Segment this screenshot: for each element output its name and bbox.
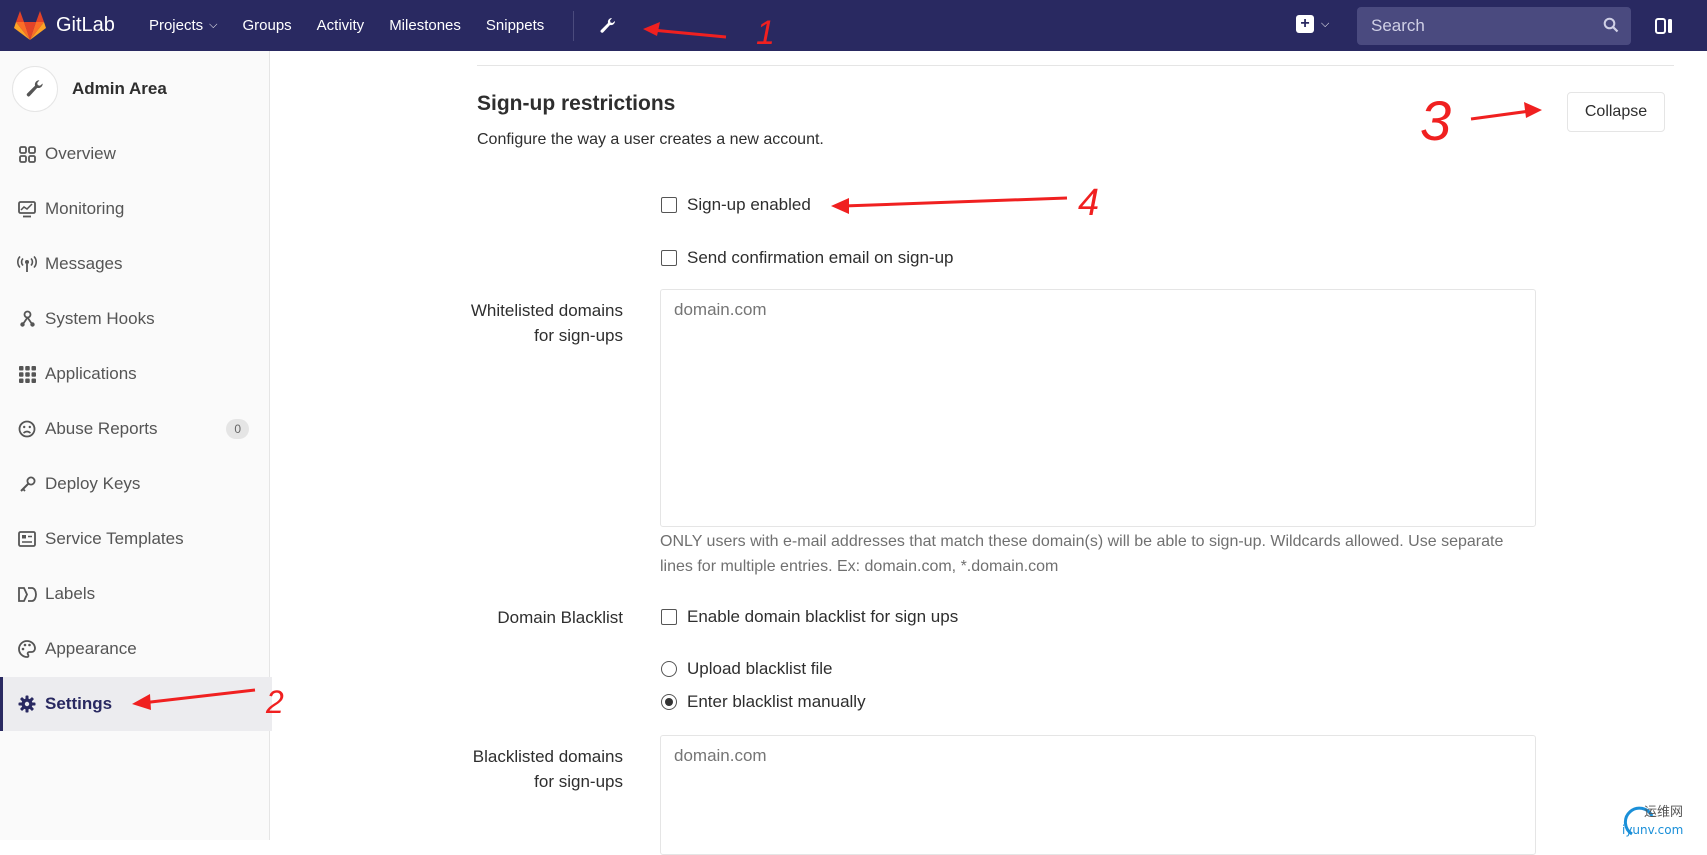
nav-divider bbox=[573, 10, 575, 41]
domain-blacklist-label: Domain Blacklist bbox=[497, 608, 623, 627]
sidebar-header[interactable]: Admin Area bbox=[0, 51, 269, 127]
search-input[interactable] bbox=[1369, 15, 1593, 37]
sidebar-item-label: System Hooks bbox=[45, 309, 155, 328]
sidebar-item-label: Applications bbox=[45, 364, 137, 383]
count-badge: 0 bbox=[226, 419, 249, 439]
template-icon bbox=[16, 531, 38, 547]
sidebar-item-system-hooks[interactable]: System Hooks bbox=[0, 292, 269, 346]
sidebar-item-label: Deploy Keys bbox=[45, 474, 141, 493]
labels-icon bbox=[16, 586, 38, 603]
whitelist-label: Whitelisted domains for sign-ups bbox=[470, 301, 623, 345]
apps-grid-icon bbox=[16, 365, 38, 383]
confirm-email-option[interactable]: Send confirmation email on sign-up bbox=[661, 248, 953, 268]
todo-list-icon[interactable] bbox=[1654, 16, 1674, 36]
hook-icon bbox=[16, 310, 38, 328]
sidebar-item-abuse-reports[interactable]: Abuse Reports 0 bbox=[0, 402, 269, 456]
admin-wrench-icon[interactable] bbox=[598, 16, 618, 36]
watermark-subtext: iyunv.com bbox=[1622, 823, 1683, 837]
blacklist-enable-checkbox[interactable] bbox=[661, 609, 677, 625]
annotation-number-4: 4 bbox=[1078, 182, 1099, 224]
sidebar-item-applications[interactable]: Applications bbox=[0, 347, 269, 401]
sidebar-item-label: Monitoring bbox=[45, 199, 125, 218]
gear-icon bbox=[16, 695, 38, 713]
frown-icon bbox=[16, 420, 38, 438]
sidebar-item-label: Appearance bbox=[45, 639, 137, 658]
sidebar-item-labels[interactable]: Labels bbox=[0, 567, 269, 621]
gitlab-logo[interactable]: GitLab bbox=[14, 10, 115, 41]
sidebar-item-deploy-keys[interactable]: Deploy Keys bbox=[0, 457, 269, 511]
gitlab-fox-icon bbox=[14, 10, 46, 40]
sidebar-item-appearance[interactable]: Appearance bbox=[0, 622, 269, 676]
signup-enabled-checkbox[interactable] bbox=[661, 197, 677, 213]
nav-groups[interactable]: Groups bbox=[242, 17, 291, 34]
annotation-number-3: 3 bbox=[1420, 89, 1451, 152]
section-description: Configure the way a user creates a new a… bbox=[477, 131, 824, 148]
sidebar-item-monitoring[interactable]: Monitoring bbox=[0, 182, 269, 236]
checkbox-label: Sign-up enabled bbox=[687, 195, 811, 214]
manual-blacklist-option[interactable]: Enter blacklist manually bbox=[661, 692, 866, 712]
annotation-arrow-4 bbox=[831, 196, 1068, 214]
search-icon bbox=[1603, 17, 1619, 33]
plus-square-icon: + bbox=[1296, 15, 1314, 33]
palette-icon bbox=[16, 640, 38, 658]
sidebar-item-label: Service Templates bbox=[45, 529, 184, 548]
sidebar-item-label: Settings bbox=[45, 694, 113, 713]
watermark-text: 运维网 bbox=[1644, 805, 1683, 820]
upload-blacklist-radio[interactable] bbox=[661, 661, 677, 677]
overview-grid-icon bbox=[16, 145, 38, 163]
wrench-icon bbox=[26, 80, 43, 97]
nav-projects-label: Projects bbox=[148, 17, 204, 34]
nav-projects[interactable]: Projects ⌵ bbox=[149, 17, 218, 34]
search-box[interactable] bbox=[1357, 7, 1631, 45]
sidebar-item-service-templates[interactable]: Service Templates bbox=[0, 512, 269, 566]
radio-label: Enter blacklist manually bbox=[687, 692, 866, 711]
confirm-email-checkbox[interactable] bbox=[661, 250, 677, 266]
sidebar-item-overview[interactable]: Overview bbox=[0, 127, 269, 181]
sidebar-item-label: Messages bbox=[45, 254, 123, 273]
sidebar-item-label: Abuse Reports bbox=[45, 419, 158, 438]
section-title: Sign-up restrictions bbox=[477, 92, 676, 115]
chevron-down-icon: ⌵ bbox=[209, 19, 218, 31]
signup-enabled-option[interactable]: Sign-up enabled bbox=[661, 195, 811, 215]
section-divider bbox=[477, 65, 1674, 66]
radio-label: Upload blacklist file bbox=[687, 659, 833, 678]
admin-sidebar: Admin Area Overview Monitoring Messages … bbox=[0, 51, 272, 840]
checkbox-label: Send confirmation email on sign-up bbox=[687, 248, 954, 267]
checkbox-label: Enable domain blacklist for sign ups bbox=[687, 607, 959, 626]
whitelist-textarea[interactable] bbox=[660, 289, 1536, 527]
annotation-arrow-3 bbox=[1470, 102, 1542, 121]
broadcast-icon bbox=[16, 255, 38, 273]
collapse-button[interactable]: Collapse bbox=[1567, 92, 1665, 132]
whitelist-help-text: ONLY users with e-mail addresses that ma… bbox=[660, 533, 1504, 575]
sidebar-title: Admin Area bbox=[72, 79, 167, 98]
sidebar-item-settings[interactable]: Settings bbox=[0, 677, 272, 731]
sidebar-item-label: Labels bbox=[45, 584, 96, 603]
nav-activity[interactable]: Activity bbox=[317, 17, 365, 34]
key-icon bbox=[16, 476, 38, 493]
sidebar-item-messages[interactable]: Messages bbox=[0, 237, 269, 291]
brand-name: GitLab bbox=[56, 14, 115, 36]
chevron-down-icon: ⌵ bbox=[1321, 17, 1330, 30]
upload-blacklist-option[interactable]: Upload blacklist file bbox=[661, 659, 833, 679]
new-dropdown-button[interactable]: + ⌵ bbox=[1296, 15, 1329, 33]
blacklist-textarea[interactable] bbox=[660, 735, 1536, 855]
admin-avatar bbox=[12, 66, 58, 112]
manual-blacklist-radio[interactable] bbox=[661, 694, 677, 710]
watermark-logo: 运维网 iyunv.com bbox=[1622, 805, 1683, 837]
top-navbar: GitLab Projects ⌵ Groups Activity Milesto… bbox=[0, 0, 1707, 51]
nav-milestones[interactable]: Milestones bbox=[389, 17, 461, 34]
monitor-icon bbox=[16, 200, 38, 218]
blacklisted-label: Blacklisted domains for sign-ups bbox=[472, 747, 623, 791]
nav-snippets[interactable]: Snippets bbox=[486, 17, 544, 34]
blacklist-enable-option[interactable]: Enable domain blacklist for sign ups bbox=[661, 607, 958, 627]
sidebar-item-label: Overview bbox=[45, 144, 116, 163]
